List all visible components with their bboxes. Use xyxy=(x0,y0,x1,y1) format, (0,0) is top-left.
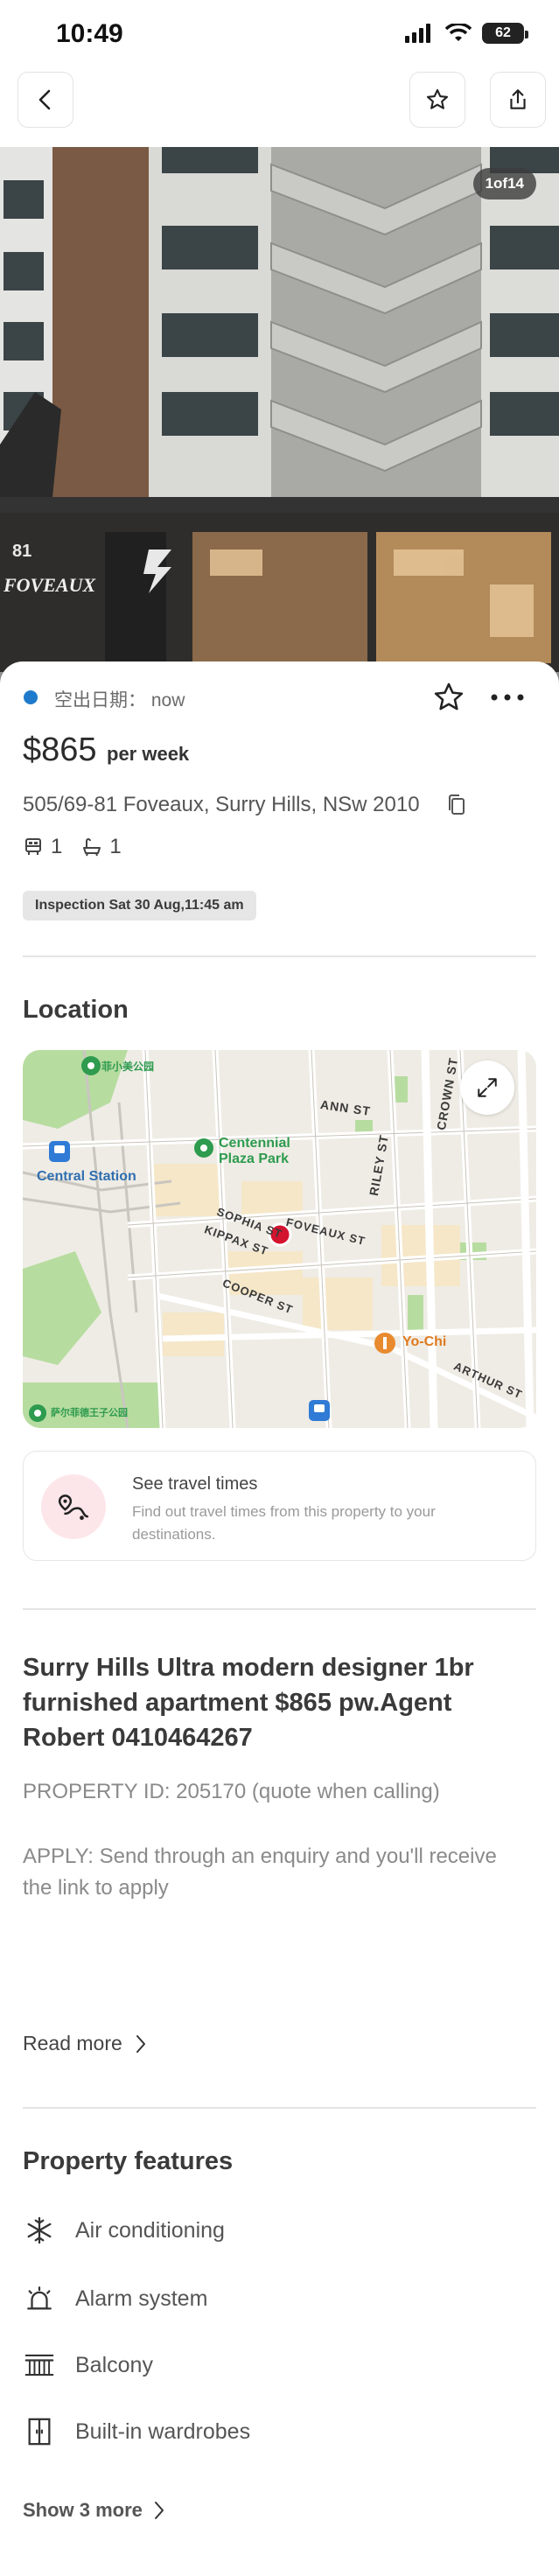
address: 505/69-81 Foveaux, Surry Hills, NSw 2010 xyxy=(23,793,420,816)
favorite-button[interactable] xyxy=(409,72,465,128)
restaurant-pin-icon xyxy=(374,1333,395,1354)
property-id: PROPERTY ID: 205170 (quote when calling) xyxy=(23,1780,440,1803)
status-bar: 10:49 62 xyxy=(0,0,559,74)
map-label-park-top: 菲小美公园 xyxy=(101,1060,155,1073)
inspection-badge[interactable]: Inspection Sat 30 Aug,11:45 am xyxy=(23,891,256,920)
property-photo[interactable]: 81 FOVEAUX 1of14 xyxy=(0,147,559,690)
show-more-label: Show 3 more xyxy=(23,2499,143,2521)
show-more-features-button[interactable]: Show 3 more xyxy=(23,2499,165,2522)
feature-label: Alarm system xyxy=(75,2286,208,2311)
building-illustration: 81 FOVEAUX xyxy=(0,147,559,690)
availability-dot xyxy=(24,690,38,704)
listing-headline: Surry Hills Ultra modern designer 1br fu… xyxy=(23,1654,474,1752)
bathrooms-count: 1 xyxy=(109,835,122,858)
star-icon xyxy=(426,88,449,109)
chevron-right-icon xyxy=(154,2502,164,2519)
feature-item: Alarm system xyxy=(23,2282,207,2315)
location-map[interactable]: 菲小美公园 ANN ST CROWN ST RILEY ST Centennia… xyxy=(23,1050,536,1428)
balcony-icon xyxy=(23,2348,56,2382)
feature-label: Balcony xyxy=(75,2352,153,2377)
travel-subtitle: Find out travel times from this property… xyxy=(132,1503,436,1543)
map-label-centennial: Centennial xyxy=(219,1136,290,1151)
train-icon xyxy=(309,1400,330,1421)
price-unit: per week xyxy=(107,743,190,765)
train-icon xyxy=(49,1141,70,1162)
building-name: FOVEAUX xyxy=(3,574,96,596)
divider xyxy=(23,2107,536,2109)
signal-icon xyxy=(405,24,430,43)
star-icon[interactable] xyxy=(432,681,465,714)
more-options-icon[interactable] xyxy=(490,693,525,702)
map-label-central-station: Central Station xyxy=(37,1169,136,1184)
photo-counter: 1of14 xyxy=(472,168,536,200)
room-summary: 1 1 xyxy=(23,835,122,859)
status-time: 10:49 xyxy=(56,19,123,48)
status-icons: 62 xyxy=(405,23,528,44)
feature-label: Built-in wardrobes xyxy=(75,2418,251,2444)
map-label-park-bottom: 萨尔菲德王子公园 xyxy=(51,1408,128,1418)
expand-icon xyxy=(478,1078,497,1097)
read-more-label: Read more xyxy=(23,2032,122,2054)
travel-icon xyxy=(41,1474,106,1539)
availability-value: now xyxy=(150,690,185,710)
map-label-plaza-park: Plaza Park xyxy=(219,1152,290,1166)
travel-times-card[interactable]: See travel times Find out travel times f… xyxy=(23,1451,536,1561)
chevron-right-icon xyxy=(136,2034,145,2053)
divider xyxy=(23,956,536,957)
expand-map-button[interactable] xyxy=(460,1060,514,1115)
bed-icon xyxy=(25,838,41,855)
wifi-icon xyxy=(445,24,472,41)
travel-title: See travel times xyxy=(132,1474,258,1494)
building-number: 81 xyxy=(12,542,31,561)
feature-label: Air conditioning xyxy=(75,2217,225,2243)
share-button[interactable] xyxy=(490,72,546,128)
listing-details: 空出日期： now $865 per week 505/69-81 Foveau… xyxy=(0,662,559,2576)
wardrobe-icon xyxy=(23,2415,56,2448)
feature-item: Balcony xyxy=(23,2348,153,2382)
alarm-icon xyxy=(23,2282,56,2315)
location-title: Location xyxy=(23,996,129,1024)
park-pin-icon xyxy=(29,1404,46,1422)
price: $865 xyxy=(23,732,97,768)
park-pin-icon xyxy=(194,1138,213,1158)
read-more-button[interactable]: Read more xyxy=(23,2032,147,2055)
apply-text: APPLY: Send through an enquiry and you'l… xyxy=(23,1844,497,1900)
share-icon xyxy=(510,89,526,109)
park-pin-icon xyxy=(81,1056,101,1075)
availability-label: 空出日期： xyxy=(54,690,146,710)
divider xyxy=(23,1608,536,1610)
chevron-left-icon xyxy=(38,89,51,110)
map-label-yo-chi: Yo-Chi xyxy=(402,1334,447,1349)
battery-icon: 62 xyxy=(482,23,528,44)
copy-icon[interactable] xyxy=(446,793,467,817)
bath-icon xyxy=(83,838,101,857)
feature-item: Built-in wardrobes xyxy=(23,2415,250,2448)
features-title: Property features xyxy=(23,2147,234,2175)
feature-item: Air conditioning xyxy=(23,2214,225,2247)
snowflake-icon xyxy=(23,2214,56,2247)
availability: 空出日期： now xyxy=(54,686,185,712)
back-button[interactable] xyxy=(17,72,73,128)
bedrooms-count: 1 xyxy=(51,835,63,858)
